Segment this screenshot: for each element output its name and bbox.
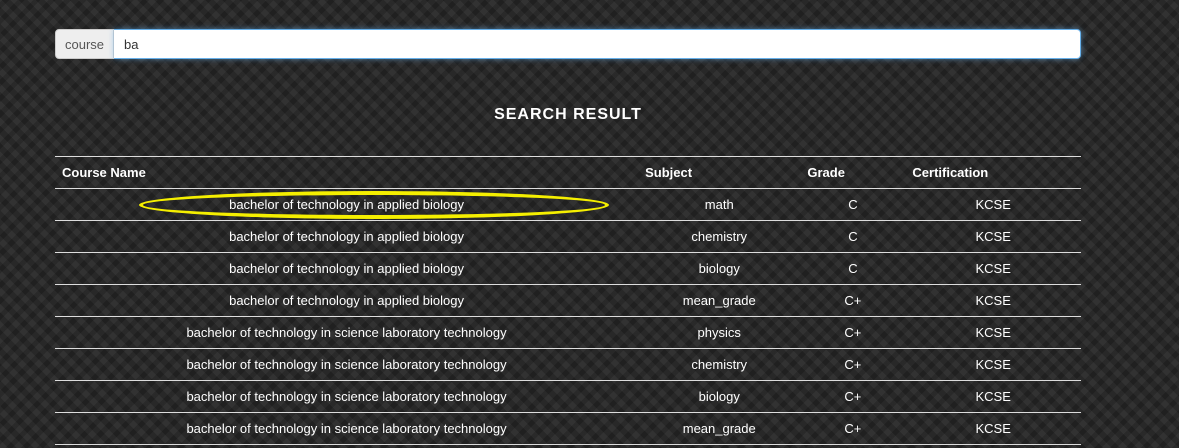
table-row: bachelor of technology in science labora…: [55, 380, 1081, 413]
table-header-row: Course Name Subject Grade Certification: [55, 156, 1081, 189]
table-row: bachelor of technology in applied biolog…: [55, 284, 1081, 317]
course-name-header: Course Name: [55, 156, 639, 189]
subject-cell: chemistry: [638, 220, 801, 253]
table-row: bachelor of technology in science labora…: [55, 412, 1081, 445]
subject-header: Subject: [638, 156, 801, 189]
subject-cell: physics: [638, 316, 801, 349]
table-row: bachelor of technology in applied biolog…: [55, 188, 1081, 221]
course-name-cell: bachelor of technology in science labora…: [55, 348, 639, 381]
table-row: bachelor of technology in applied biolog…: [55, 252, 1081, 285]
grade-header: Grade: [800, 156, 906, 189]
grade-cell: C+: [800, 316, 906, 349]
course-name-cell: bachelor of technology in science labora…: [55, 316, 639, 349]
subject-cell: biology: [638, 252, 801, 285]
grade-cell: C: [800, 252, 906, 285]
grade-cell: C+: [800, 348, 906, 381]
grade-cell: C+: [800, 380, 906, 413]
certification-cell: KCSE: [905, 412, 1081, 445]
course-name-cell: bachelor of technology in applied biolog…: [55, 188, 639, 221]
grade-cell: C: [800, 188, 906, 221]
table-row: bachelor of technology in applied biolog…: [55, 220, 1081, 253]
table-row: bachelor of technology in science labora…: [55, 348, 1081, 381]
course-search-group: course: [55, 29, 1081, 59]
course-name-cell: bachelor of technology in applied biolog…: [55, 284, 639, 317]
grade-cell: C+: [800, 412, 906, 445]
subject-cell: chemistry: [638, 348, 801, 381]
table-row: bachelor of technology in science labora…: [55, 316, 1081, 349]
course-name-cell: bachelor of technology in applied biolog…: [55, 252, 639, 285]
certification-cell: KCSE: [905, 188, 1081, 221]
course-name-text: bachelor of technology in applied biolog…: [229, 197, 464, 212]
certification-header: Certification: [905, 156, 1081, 189]
course-search-input[interactable]: [114, 29, 1081, 59]
grade-cell: C+: [800, 284, 906, 317]
subject-cell: math: [638, 188, 801, 221]
subject-cell: mean_grade: [638, 284, 801, 317]
course-name-cell: bachelor of technology in applied biolog…: [55, 220, 639, 253]
certification-cell: KCSE: [905, 220, 1081, 253]
subject-cell: biology: [638, 380, 801, 413]
course-name-cell: bachelor of technology in science labora…: [55, 412, 639, 445]
certification-cell: KCSE: [905, 252, 1081, 285]
certification-cell: KCSE: [905, 284, 1081, 317]
certification-cell: KCSE: [905, 316, 1081, 349]
certification-cell: KCSE: [905, 348, 1081, 381]
certification-cell: KCSE: [905, 380, 1081, 413]
course-search-label: course: [55, 29, 114, 59]
course-name-cell: bachelor of technology in science labora…: [55, 380, 639, 413]
grade-cell: C: [800, 220, 906, 253]
subject-cell: mean_grade: [638, 412, 801, 445]
search-results-table: Course Name Subject Grade Certification …: [55, 156, 1081, 445]
search-result-title: SEARCH RESULT: [494, 106, 642, 123]
